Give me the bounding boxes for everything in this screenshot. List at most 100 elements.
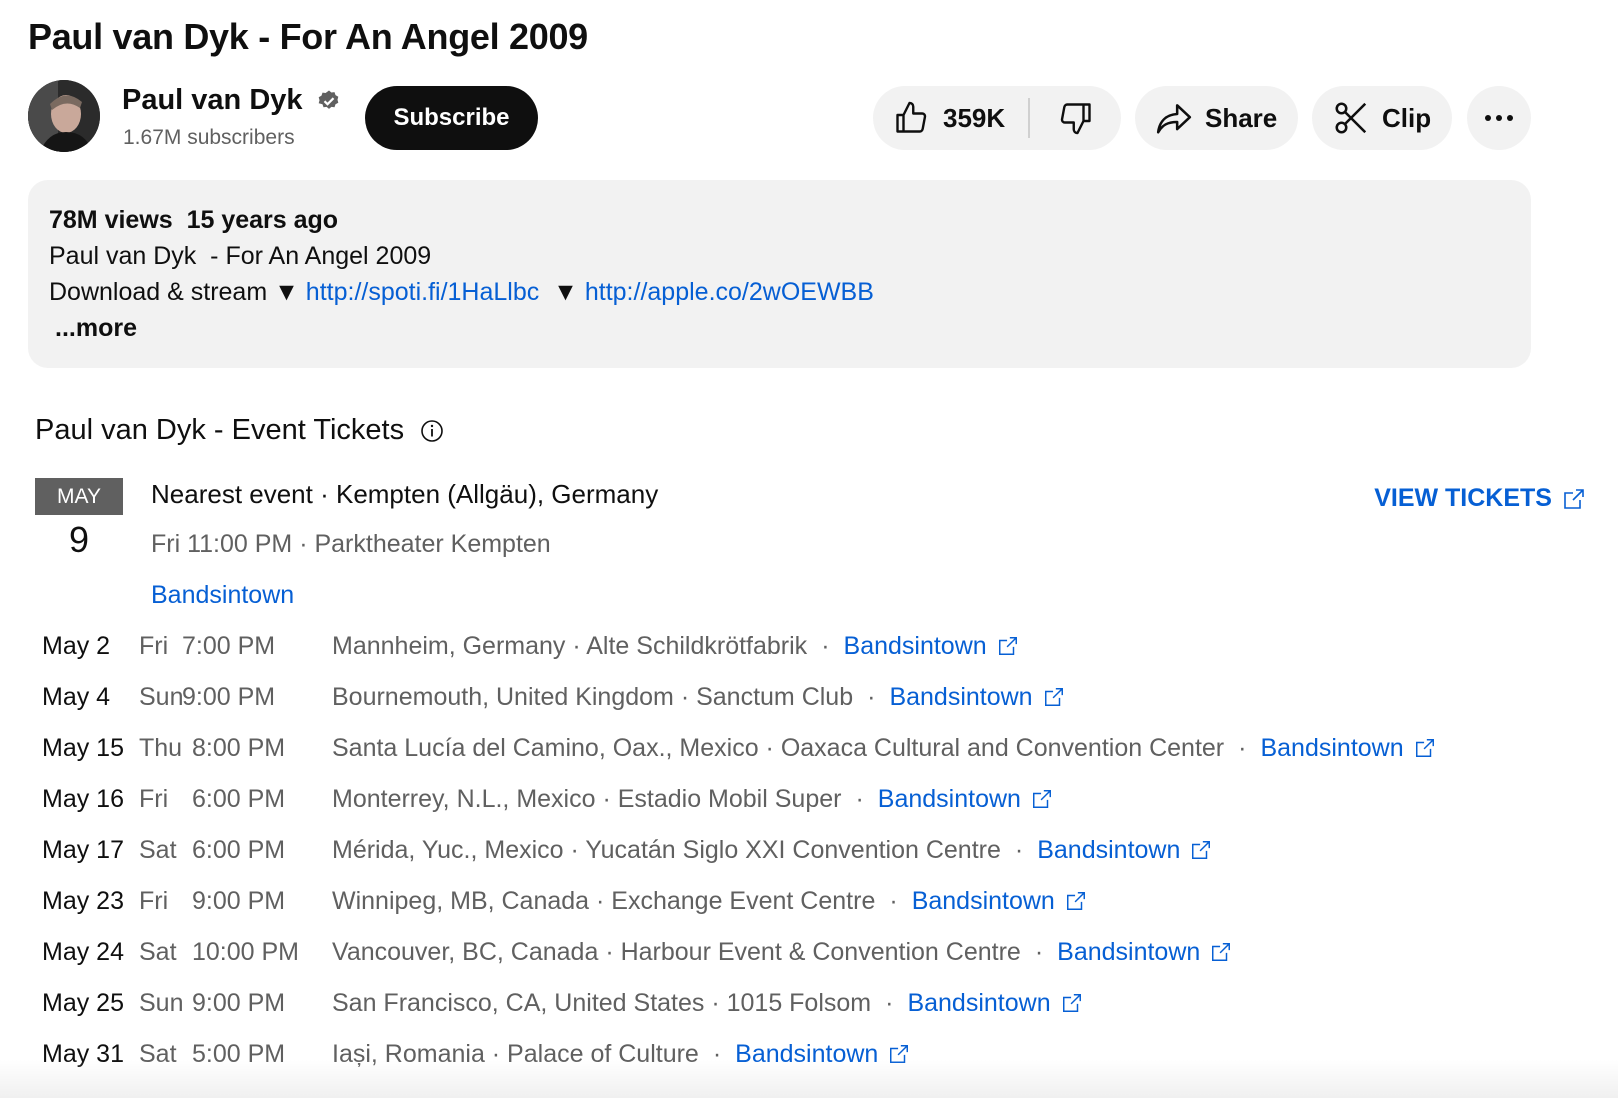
channel-avatar[interactable]	[28, 80, 100, 152]
verified-check-icon	[318, 90, 338, 110]
nearest-event-time-venue: Fri 11:00 PM · Parktheater Kempten	[151, 530, 551, 558]
event-row[interactable]: May 23 Fri 9:00 PM Winnipeg, MB, Canada · E…	[42, 887, 1582, 927]
event-provider-link[interactable]: Bandsintown	[1260, 734, 1435, 762]
event-location-group: Santa Lucía del Camino, Oax., Mexico · O…	[332, 734, 1436, 763]
event-row[interactable]: May 15 Thu 8:00 PM Santa Lucía del Camino, …	[42, 734, 1582, 774]
external-link-icon	[1564, 488, 1584, 509]
clip-button[interactable]: Clip	[1312, 86, 1452, 150]
description-line-2: Download & stream ▼ http://spoti.fi/1HaL…	[49, 274, 1510, 310]
event-time: 9:00 PM	[192, 887, 286, 915]
view-tickets-label: VIEW TICKETS	[1374, 484, 1552, 512]
event-time: 6:00 PM	[192, 785, 286, 813]
event-row[interactable]: May 24 Sat 10:00 PM Vancouver, BC, Canada ·…	[42, 938, 1582, 978]
event-provider-link[interactable]: Bandsintown	[1037, 836, 1212, 864]
like-count: 359K	[943, 102, 1006, 133]
event-provider-link[interactable]: Bandsintown	[1057, 938, 1232, 966]
like-button[interactable]: 359K	[873, 86, 1028, 150]
view-tickets-button[interactable]: VIEW TICKETS	[1374, 484, 1586, 513]
external-link-icon	[1044, 688, 1063, 706]
event-location-group: Monterrey, N.L., Mexico · Estadio Mobil …	[332, 785, 1053, 814]
event-row[interactable]: May 16 Fri 6:00 PM Monterrey, N.L., Mexico …	[42, 785, 1582, 825]
event-date: May 2	[42, 632, 111, 660]
like-dislike-group: 359K	[873, 86, 1121, 150]
separator-dot: ·	[885, 989, 894, 1017]
external-link-icon	[1192, 841, 1211, 859]
event-weekday: Sun	[139, 989, 184, 1017]
event-row[interactable]: May 4 Sun 9:00 PM Bournemouth, United Kingd…	[42, 683, 1582, 723]
event-date: May 4	[42, 683, 111, 711]
event-location-group: Winnipeg, MB, Canada · Exchange Event Ce…	[332, 887, 1087, 916]
event-provider-label: Bandsintown	[843, 632, 987, 660]
external-link-icon	[1212, 943, 1231, 961]
external-link-icon	[1032, 790, 1051, 808]
nearest-event-month: MAY	[35, 478, 123, 515]
scissors-icon	[1335, 102, 1367, 134]
event-provider-label: Bandsintown	[889, 683, 1033, 711]
separator-arrow: ▼	[539, 278, 585, 306]
event-time: 9:00 PM	[182, 683, 276, 711]
video-title: Paul van Dyk - For An Angel 2009	[28, 16, 588, 57]
external-link-icon	[1415, 739, 1434, 757]
more-actions-button[interactable]	[1467, 86, 1531, 150]
event-provider-link[interactable]: Bandsintown	[844, 632, 1019, 660]
event-provider-link[interactable]: Bandsintown	[912, 887, 1087, 915]
event-time: 10:00 PM	[192, 938, 300, 966]
event-time: 8:00 PM	[192, 734, 286, 762]
nearest-event-title: Nearest event · Kempten (Allgäu), German…	[151, 479, 659, 509]
event-weekday: Sat	[139, 836, 177, 864]
subscriber-count: 1.67M subscribers	[123, 126, 295, 149]
owner-row: Paul van Dyk 1.67M subscribers Subscribe…	[28, 80, 1580, 152]
separator-dot: ·	[821, 632, 830, 660]
spotify-link[interactable]: http://spoti.fi/1HaLlbc	[306, 278, 539, 306]
event-location: San Francisco, CA, United States · 1015 …	[332, 989, 872, 1017]
event-location: Bournemouth, United Kingdom · Sanctum Cl…	[332, 683, 854, 711]
event-location: Mérida, Yuc., Mexico · Yucatán Siglo XXI…	[332, 836, 1001, 864]
separator-dot: ·	[867, 683, 876, 711]
share-label: Share	[1205, 102, 1278, 133]
external-link-icon	[1062, 994, 1081, 1012]
channel-name[interactable]: Paul van Dyk	[122, 84, 341, 117]
subscribe-button[interactable]: Subscribe	[365, 86, 538, 150]
view-count-date: 78M views 15 years ago	[49, 206, 339, 234]
event-provider-label: Bandsintown	[907, 989, 1051, 1017]
event-location-group: Mannheim, Germany · Alte Schildkrötfabri…	[332, 632, 1019, 661]
show-more-button[interactable]: ...more	[49, 310, 1510, 346]
event-weekday: Fri	[139, 887, 169, 915]
event-provider-link[interactable]: Bandsintown	[907, 989, 1082, 1017]
description-box[interactable]: 78M views 15 years ago Paul van Dyk - Fo…	[28, 180, 1531, 368]
external-link-icon	[998, 637, 1017, 655]
event-provider-link[interactable]: Bandsintown	[878, 785, 1053, 813]
event-location-group: Bournemouth, United Kingdom · Sanctum Cl…	[332, 683, 1065, 712]
separator-dot: ·	[1034, 938, 1044, 966]
event-provider-label: Bandsintown	[1260, 734, 1404, 762]
thumbs-down-icon	[1060, 103, 1091, 135]
event-location: Vancouver, BC, Canada · Harbour Event & …	[332, 938, 1021, 966]
event-provider-link[interactable]: Bandsintown	[889, 683, 1064, 711]
download-stream-text: Download & stream ▼	[49, 278, 306, 306]
separator-dot: ·	[1238, 734, 1247, 762]
dislike-button[interactable]	[1030, 86, 1121, 150]
event-weekday: Fri	[139, 785, 169, 813]
nearest-event-provider-link[interactable]: Bandsintown	[151, 581, 294, 610]
event-date: May 15	[42, 734, 124, 762]
event-row[interactable]: May 25 Sun 9:00 PM San Francisco, CA, Unite…	[42, 989, 1582, 1029]
apple-music-link[interactable]: http://apple.co/2wOEWBB	[585, 278, 874, 306]
event-row[interactable]: May 17 Sat 6:00 PM Mérida, Yuc., Mexico · Y…	[42, 836, 1582, 876]
share-arrow-icon	[1156, 104, 1192, 134]
share-button[interactable]: Share	[1135, 86, 1298, 150]
event-location: Mannheim, Germany · Alte Schildkrötfabri…	[332, 632, 808, 660]
event-location: Monterrey, N.L., Mexico · Estadio Mobil …	[332, 785, 842, 813]
event-location: Santa Lucía del Camino, Oax., Mexico · O…	[332, 734, 1225, 762]
tickets-heading-label: Paul van Dyk - Event Tickets	[35, 414, 405, 446]
event-provider-label: Bandsintown	[877, 785, 1021, 813]
event-row[interactable]: May 2 Fri 7:00 PM Mannheim, Germany · Alte …	[42, 632, 1582, 672]
tickets-heading: Paul van Dyk - Event Tickets	[35, 414, 444, 447]
event-weekday: Thu	[139, 734, 183, 762]
nearest-event-date-badge: MAY 9	[35, 478, 123, 561]
separator-dot: ·	[855, 785, 864, 813]
nearest-event-day: 9	[68, 519, 90, 560]
event-provider-label: Bandsintown	[1057, 938, 1201, 966]
event-date: May 25	[42, 989, 124, 1017]
event-date: May 23	[42, 887, 124, 915]
info-icon[interactable]	[420, 419, 444, 443]
